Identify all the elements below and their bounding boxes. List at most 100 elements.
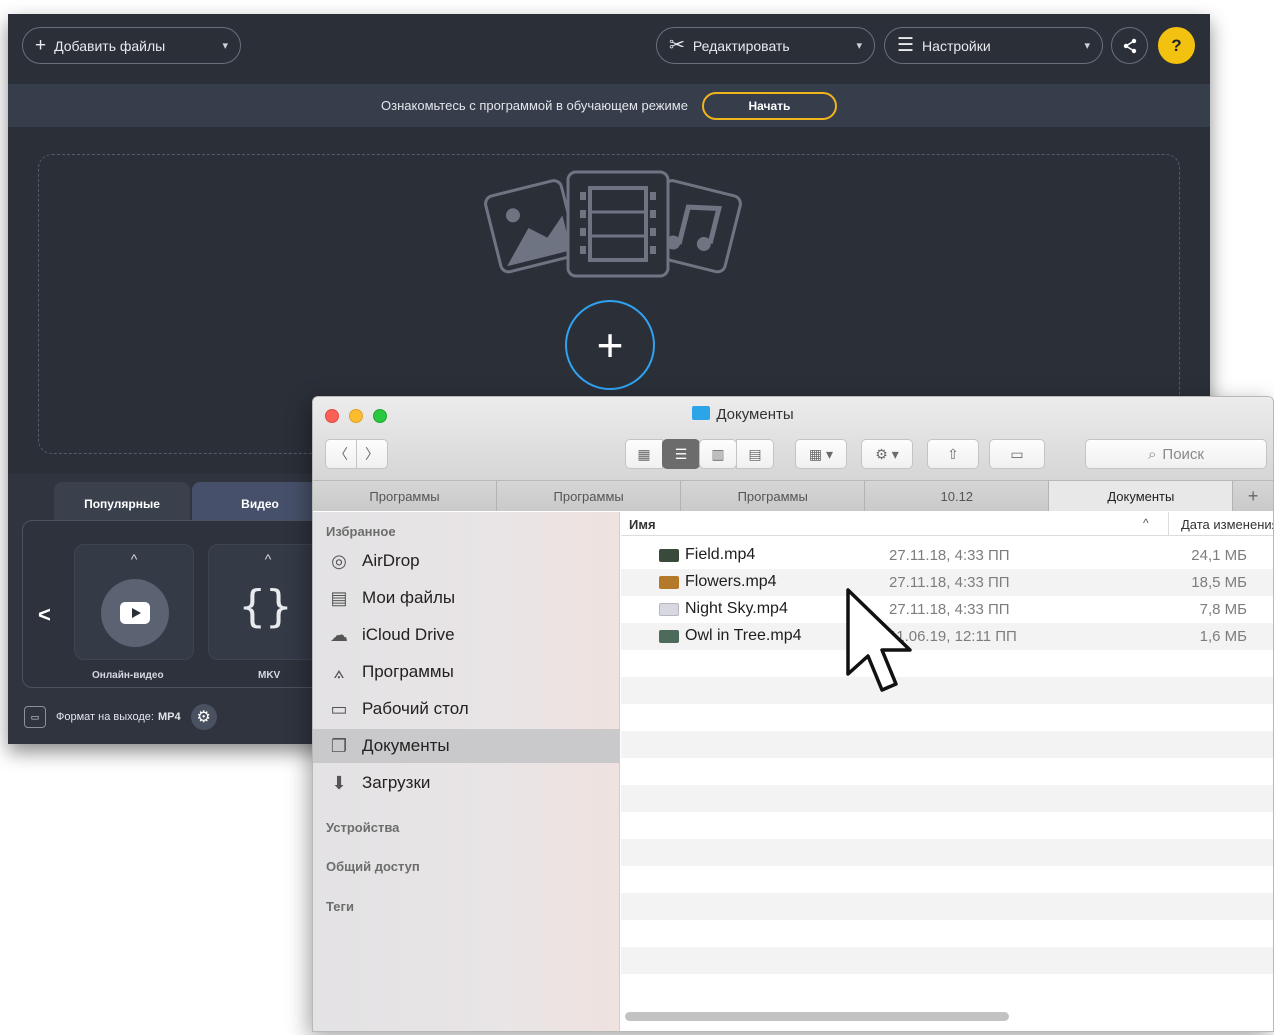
sort-ascending-icon: ^	[1143, 516, 1149, 530]
gear-icon[interactable]: ⚙	[190, 704, 217, 730]
file-row[interactable]: Owl in Tree.mp4 11.06.19, 12:11 ПП 1,6 М…	[621, 623, 1273, 650]
tag-icon: ▭	[1010, 445, 1024, 462]
tab-programs-3[interactable]: Программы	[681, 481, 866, 511]
share-icon: ⇧	[947, 445, 959, 462]
back-button[interactable]: 〈	[325, 439, 357, 469]
format-card-online-video[interactable]: ^	[74, 544, 194, 660]
add-files-button[interactable]: + Добавить файлы ▾	[22, 27, 241, 64]
file-row[interactable]: Night Sky.mp4 27.11.18, 4:33 ПП 7,8 МБ	[621, 596, 1273, 623]
view-coverflow-button[interactable]: ▤	[736, 439, 774, 469]
action-button[interactable]: ⚙ ▾	[861, 439, 913, 469]
start-tutorial-button[interactable]: Начать	[701, 91, 837, 120]
file-size: 7,8 МБ	[1199, 601, 1247, 618]
file-name: Flowers.mp4	[685, 573, 777, 590]
share-icon	[1123, 38, 1136, 53]
format-label-mkv: MKV	[258, 670, 281, 681]
view-list-button[interactable]: ☰	[662, 439, 700, 469]
empty-row	[621, 677, 1273, 704]
share-button[interactable]: ⇧	[927, 439, 979, 469]
add-media-button[interactable]: +	[565, 300, 655, 390]
coverflow-icon: ▤	[748, 445, 762, 462]
settings-label: Настройки	[922, 37, 991, 54]
play-icon	[120, 602, 150, 624]
finder-tab-bar: Программы Программы Программы 10.12 Доку…	[313, 481, 1273, 511]
chevron-up-icon: ^	[264, 551, 272, 567]
tag-button[interactable]: ▭	[989, 439, 1045, 469]
list-icon: ☰	[674, 445, 688, 462]
sidebar-item-label: Документы	[362, 736, 450, 755]
search-placeholder: Поиск	[1162, 445, 1204, 463]
plus-icon: +	[35, 34, 47, 56]
gear-icon: ⚙ ▾	[875, 445, 899, 462]
video-thumbnail-icon	[659, 576, 679, 589]
sidebar-item-airdrop[interactable]: ◎ AirDrop	[313, 544, 620, 578]
cloud-icon: ☁	[330, 624, 348, 645]
format-label-online-video: Онлайн-видео	[92, 670, 164, 681]
previous-formats-button[interactable]: <	[38, 602, 51, 628]
column-header-date[interactable]: Дата изменения	[1168, 512, 1273, 536]
airdrop-icon: ◎	[331, 550, 347, 571]
sidebar-item-label: AirDrop	[362, 551, 420, 570]
share-button[interactable]	[1111, 27, 1148, 64]
empty-row	[621, 650, 1273, 677]
finder-titlebar: Документы 〈 〉 ▦ ☰ ▥ ▤ ▦ ▾ ⚙ ▾ ⇧ ▭ ⌕ Поис…	[313, 397, 1273, 481]
tab-10-12[interactable]: 10.12	[865, 481, 1050, 511]
output-format-value[interactable]: MP4	[158, 711, 181, 723]
folder-icon	[692, 406, 711, 420]
file-name: Night Sky.mp4	[685, 600, 788, 617]
empty-row	[621, 947, 1273, 974]
empty-row	[621, 974, 1273, 1001]
chevron-down-icon: ▾	[222, 40, 228, 52]
converter-toolbar: + Добавить файлы ▾ ✂ Редактировать ▾ ☰ Н…	[8, 14, 1210, 84]
settings-button[interactable]: ☰ Настройки ▾	[884, 27, 1103, 64]
sidebar-item-downloads[interactable]: ⬇ Загрузки	[313, 766, 620, 800]
format-card-mkv[interactable]: ^ {}	[208, 544, 328, 660]
sidebar-item-applications[interactable]: ⟑ Программы	[313, 655, 620, 689]
view-icons-button[interactable]: ▦	[625, 439, 663, 469]
finder-window: Документы 〈 〉 ▦ ☰ ▥ ▤ ▦ ▾ ⚙ ▾ ⇧ ▭ ⌕ Поис…	[312, 396, 1274, 1032]
file-row[interactable]: Flowers.mp4 27.11.18, 4:33 ПП 18,5 МБ	[621, 569, 1273, 596]
file-row[interactable]: Field.mp4 27.11.18, 4:33 ПП 24,1 МБ	[621, 542, 1273, 569]
banner-text: Ознакомьтесь с программой в обучающем ре…	[381, 98, 688, 113]
file-size: 18,5 МБ	[1191, 574, 1247, 591]
sidebar-item-all-files[interactable]: ▤ Мои файлы	[313, 581, 620, 615]
sidebar-header-favorites: Избранное	[326, 524, 396, 539]
output-format-row: ▭ Формат на выходе: MP4 ⚙	[24, 704, 217, 730]
video-file-icon: ▭	[24, 706, 46, 728]
media-files-icon	[484, 170, 742, 278]
columns-icon: ▥	[711, 445, 725, 462]
tab-documents[interactable]: Документы	[1049, 481, 1234, 511]
empty-row	[621, 758, 1273, 785]
file-name: Field.mp4	[685, 546, 756, 563]
output-format-label: Формат на выходе:	[56, 711, 154, 723]
forward-button[interactable]: 〉	[356, 439, 388, 469]
horizontal-scrollbar[interactable]	[625, 1012, 1009, 1021]
group-button[interactable]: ▦ ▾	[795, 439, 847, 469]
chevron-up-icon: ^	[130, 551, 138, 567]
empty-row	[621, 812, 1273, 839]
column-header-name[interactable]: Имя	[629, 517, 656, 532]
tab-programs-2[interactable]: Программы	[497, 481, 682, 511]
online-video-icon	[101, 579, 169, 647]
sidebar-header-devices: Устройства	[326, 820, 400, 835]
file-size: 1,6 МБ	[1199, 628, 1247, 645]
edit-button[interactable]: ✂ Редактировать ▾	[656, 27, 875, 64]
file-name: Owl in Tree.mp4	[685, 627, 802, 644]
video-thumbnail-icon	[659, 603, 679, 616]
all-files-icon: ▤	[330, 587, 348, 608]
empty-row	[621, 866, 1273, 893]
file-date: 27.11.18, 4:33 ПП	[889, 547, 1010, 564]
view-columns-button[interactable]: ▥	[699, 439, 737, 469]
grid-icon: ▦	[637, 445, 651, 462]
new-tab-button[interactable]: +	[1233, 481, 1273, 511]
search-field[interactable]: ⌕ Поиск	[1085, 439, 1267, 469]
sidebar-item-label: iCloud Drive	[362, 625, 455, 644]
tab-programs-1[interactable]: Программы	[313, 481, 498, 511]
sidebar-item-desktop[interactable]: ▭ Рабочий стол	[313, 692, 620, 726]
help-button[interactable]: ?	[1158, 27, 1195, 64]
chevron-right-icon: 〉	[365, 446, 379, 462]
list-header: Имя ^ Дата изменения	[621, 512, 1273, 536]
sidebar-item-documents[interactable]: ❐ Документы	[313, 729, 620, 763]
sidebar-item-label: Загрузки	[362, 773, 431, 792]
sidebar-item-icloud[interactable]: ☁ iCloud Drive	[313, 618, 620, 652]
